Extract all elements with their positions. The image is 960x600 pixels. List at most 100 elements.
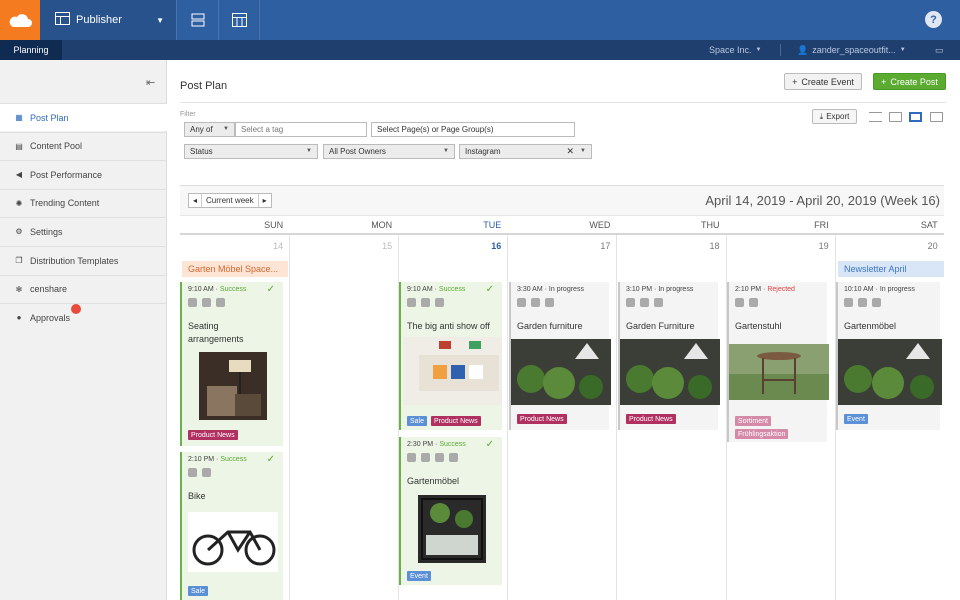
owner-value: All Post Owners xyxy=(329,147,386,156)
post-time: 2:10 PM · Success xyxy=(188,456,247,463)
post-card[interactable]: 9:10 AM · Success ✓ The big anti show of… xyxy=(399,282,502,430)
page-select[interactable]: Select Page(s) or Page Group(s) xyxy=(371,122,575,137)
post-card[interactable]: 3:30 AM · In progress Garden furniture P… xyxy=(509,282,611,430)
sidebar-item-censhare[interactable]: ✻ censhare xyxy=(0,274,167,303)
event-banner[interactable]: Garten Möbel Space... xyxy=(182,261,288,277)
day-number: 14 xyxy=(273,241,284,251)
channel-select[interactable]: Instagram ✕ ▼ xyxy=(459,144,592,159)
check-icon: ✓ xyxy=(485,284,494,295)
sidebar-item-distribution-templates[interactable]: ❐ Distribution Templates xyxy=(0,246,167,274)
twitter-icon xyxy=(531,298,540,307)
day-number: 19 xyxy=(818,241,829,251)
day-view-icon[interactable] xyxy=(889,112,902,122)
calendar-view-button[interactable] xyxy=(218,0,260,40)
plus-icon: + xyxy=(792,76,798,87)
status-value: Status xyxy=(190,147,213,156)
chevron-down-icon: ▼ xyxy=(306,148,312,154)
org-selector[interactable]: Space Inc. ▼ xyxy=(709,40,761,60)
post-card[interactable]: 9:10 AM · Success ✓ Seating arrangements… xyxy=(180,282,283,446)
post-card[interactable]: 3:10 PM · In progress Garden Furniture P… xyxy=(618,282,720,430)
instagram-icon xyxy=(545,298,554,307)
sidebar-item-content-pool[interactable]: ▤ Content Pool xyxy=(0,131,167,160)
sidebar-item-post-plan[interactable]: ▦ Post Plan xyxy=(0,103,167,131)
facebook-icon xyxy=(188,468,197,477)
next-week-icon[interactable]: ▸ xyxy=(257,194,271,207)
gear-icon: ⚙ xyxy=(15,227,23,237)
post-image xyxy=(199,352,267,420)
clear-icon[interactable]: ✕ xyxy=(566,146,574,157)
post-card[interactable]: 2:10 PM · Success ✓ Bike Sale xyxy=(180,452,283,600)
day-column[interactable]: 15 xyxy=(289,235,398,600)
facebook-icon xyxy=(517,298,526,307)
post-image xyxy=(418,495,486,563)
tag-input[interactable]: Select a tag xyxy=(235,122,367,137)
week-navigator[interactable]: ◂ Current week ▸ xyxy=(188,193,272,208)
copy-icon: ❐ xyxy=(15,256,23,265)
post-tag: Sale xyxy=(188,586,209,596)
owner-select[interactable]: All Post Owners ▼ xyxy=(323,144,455,159)
social-icons xyxy=(407,298,444,307)
sidebar-item-trending-content[interactable]: ✺ Trending Content xyxy=(0,188,167,217)
help-icon[interactable]: ? xyxy=(925,11,942,28)
any-of-value: Any of xyxy=(190,125,213,134)
filter-label: Filter xyxy=(180,111,196,118)
post-tag: Product News xyxy=(517,414,567,424)
check-icon: ✓ xyxy=(266,284,275,295)
list-view-icon[interactable] xyxy=(869,112,882,122)
post-title: Gartenmöbel xyxy=(407,476,460,486)
calendar: ◂ Current week ▸ April 14, 2019 - April … xyxy=(180,185,944,600)
status-select[interactable]: Status ▼ xyxy=(184,144,318,159)
post-time: 2:10 PM · Rejected xyxy=(735,286,795,293)
notification-dot xyxy=(71,304,81,314)
check-circle-icon: ● xyxy=(16,313,22,323)
any-of-select[interactable]: Any of ▼ xyxy=(184,122,235,137)
sidebar-item-post-performance[interactable]: ◀ Post Performance xyxy=(0,160,167,188)
collapse-sidebar-icon[interactable]: ⇤ xyxy=(146,76,155,89)
social-icons xyxy=(735,298,758,307)
chat-icon[interactable]: ▭ xyxy=(935,40,944,60)
instagram-icon xyxy=(654,298,663,307)
sidebar-item-label: Trending Content xyxy=(30,198,100,209)
post-image xyxy=(620,339,720,405)
post-image xyxy=(188,512,278,572)
sidebar-item-label: Post Plan xyxy=(30,112,69,123)
export-button[interactable]: ⤓ Export xyxy=(812,109,857,124)
create-event-button[interactable]: + Create Event xyxy=(784,73,862,90)
day-number: 18 xyxy=(709,241,720,251)
cloud-logo-icon[interactable] xyxy=(0,0,40,40)
grid-app-icon xyxy=(55,12,70,28)
post-title: Seating arrangements xyxy=(188,321,244,344)
main-content: Post Plan + Create Event + Create Post Fil… xyxy=(168,60,960,600)
post-time: 3:10 PM · In progress xyxy=(626,286,694,293)
queue-button[interactable] xyxy=(176,0,218,40)
top-bar: Publisher ▼ ? xyxy=(0,0,960,40)
post-card[interactable]: 2:10 PM · Rejected Gartenstuhl Sortiment… xyxy=(727,282,829,442)
week-bar: ◂ Current week ▸ April 14, 2019 - April … xyxy=(180,186,944,216)
twitter-icon xyxy=(858,298,867,307)
create-post-button[interactable]: + Create Post xyxy=(873,73,946,90)
org-name: Space Inc. xyxy=(709,45,752,55)
post-time: 2:30 PM · Success xyxy=(407,441,466,448)
day-header: SUN xyxy=(264,220,284,230)
week-view-icon[interactable] xyxy=(909,112,922,122)
sidebar-item-settings[interactable]: ⚙ Settings xyxy=(0,217,167,245)
tab-planning[interactable]: Planning xyxy=(0,40,62,60)
calendar-icon: ▦ xyxy=(15,113,23,122)
post-card[interactable]: 10:10 AM · In progress Gartenmöbel Event xyxy=(836,282,942,430)
stack-icon xyxy=(191,13,204,27)
current-week-button[interactable]: Current week xyxy=(202,194,258,207)
post-tag: Event xyxy=(407,571,431,581)
check-icon: ✓ xyxy=(485,439,494,450)
post-image xyxy=(729,344,829,400)
post-card[interactable]: 2:30 PM · Success ✓ Gartenmöbel Event xyxy=(399,437,502,585)
post-time: 9:10 AM · Success xyxy=(407,286,466,293)
month-view-icon[interactable] xyxy=(930,112,943,122)
user-menu[interactable]: 👤 zander_spaceoutfit... ▼ xyxy=(797,40,906,60)
sidebar-item-approvals[interactable]: ● Approvals xyxy=(0,303,167,331)
post-tag: Sale xyxy=(407,416,428,426)
day-header: WED xyxy=(589,220,611,230)
app-selector[interactable]: Publisher ▼ xyxy=(40,0,176,40)
event-banner[interactable]: Newsletter April xyxy=(838,261,944,277)
prev-week-icon[interactable]: ◂ xyxy=(189,194,203,207)
day-number: 17 xyxy=(600,241,611,251)
